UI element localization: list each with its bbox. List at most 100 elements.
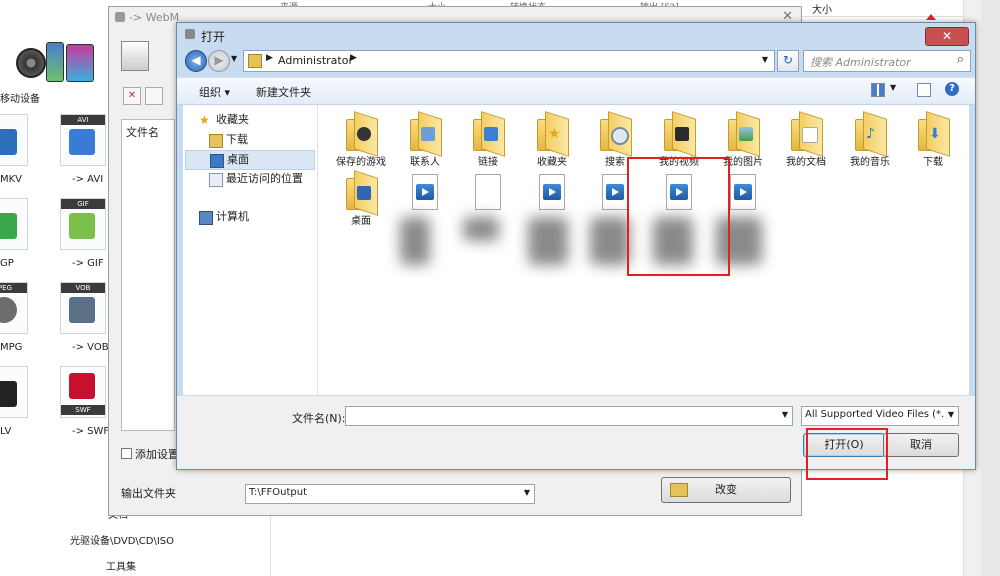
output-folder-select[interactable]: T:\FFOutput ▼ (245, 484, 535, 504)
folder-my-music[interactable]: ♪ 我的音乐 (839, 111, 901, 171)
blurred-filename (528, 217, 568, 265)
list-header-filename[interactable]: 文件名 (126, 124, 159, 140)
address-bar[interactable]: ▶ Administrator ▶ ▼ (243, 50, 775, 72)
format-badge: GIF (61, 199, 105, 209)
chevron-down-icon: ▼ (523, 488, 530, 497)
back-icon[interactable]: ◀ (185, 50, 207, 72)
category-tools[interactable]: 工具集 (106, 558, 136, 573)
video-file-icon (412, 174, 438, 210)
format-label: GP (0, 258, 14, 269)
folder-downloads[interactable]: ⬇ 下载 (902, 111, 964, 171)
format-label: LV (0, 426, 12, 437)
breadcrumb-arrow-icon[interactable]: ▶ (350, 53, 357, 63)
file-type-select[interactable]: All Supported Video Files (*. ▼ (801, 406, 959, 426)
change-label: 改变 (715, 483, 737, 496)
nav-label: 计算机 (216, 210, 249, 223)
forward-icon[interactable]: ▶ (208, 50, 230, 72)
new-folder-button[interactable]: 新建文件夹 (256, 84, 311, 100)
refresh-icon[interactable]: ↻ (777, 50, 799, 72)
remove-icon[interactable]: ✕ (123, 87, 141, 105)
history-dropdown-icon[interactable]: ▼ (231, 54, 237, 63)
format-tile-avi[interactable]: AVI (60, 114, 106, 166)
folder-label: 桌面 (351, 216, 371, 227)
chevron-down-icon: ▼ (947, 410, 954, 419)
format-badge: PEG (0, 283, 27, 293)
folder-my-documents[interactable]: 我的文档 (775, 111, 837, 171)
search-icon[interactable]: ⌕ (957, 52, 964, 67)
folder-label: 链接 (478, 157, 498, 168)
view-options-icon[interactable] (871, 83, 885, 97)
folder-links[interactable]: 链接 (457, 111, 519, 171)
chevron-down-icon[interactable]: ▼ (890, 83, 896, 92)
chevron-down-icon[interactable]: ▼ (782, 410, 788, 419)
folder-icon (670, 483, 688, 497)
format-tile-gif[interactable]: GIF (60, 198, 106, 250)
app-icon (115, 12, 125, 22)
format-label: MPG (0, 342, 23, 353)
downloads-folder-icon: ⬇ (918, 111, 950, 157)
format-tile-mkv[interactable] (0, 114, 28, 166)
help-icon[interactable]: ? (945, 82, 959, 96)
search-folder-icon (600, 111, 632, 157)
app-icon (185, 29, 195, 39)
video-file-icon (730, 174, 756, 210)
open-file-dialog: 打开 ✕ ◀ ▶ ▼ ▶ Administrator ▶ ▼ ↻ 搜索 Admi… (176, 22, 976, 470)
breadcrumb[interactable]: Administrator (278, 54, 353, 67)
cancel-button[interactable]: 取消 (883, 433, 959, 457)
close-button[interactable]: ✕ (925, 27, 969, 46)
clear-icon[interactable] (145, 87, 163, 105)
dialog-titlebar[interactable]: 打开 ✕ (177, 23, 975, 47)
output-folder-value: T:\FFOutput (249, 487, 307, 498)
folder-contacts[interactable]: 联系人 (394, 111, 456, 171)
format-label: -> AVI (72, 174, 104, 185)
folder-label: 下载 (923, 157, 943, 168)
folder-desktop[interactable]: 桌面 (330, 170, 392, 230)
folder-label: 我的文档 (786, 157, 826, 168)
search-placeholder: 搜索 Administrator (810, 56, 911, 69)
window-title: -> WebM (115, 11, 179, 24)
blurred-filename (400, 217, 430, 265)
size-header[interactable]: 大小 (812, 1, 832, 16)
change-folder-button[interactable]: 改变 (661, 477, 791, 503)
filename-label: 文件名(N): (292, 412, 346, 425)
documents-folder-icon (791, 111, 823, 157)
desktop-folder-icon (346, 170, 378, 216)
folder-saved-games[interactable]: 保存的游戏 (330, 111, 392, 171)
divider (270, 514, 271, 576)
output-config-icon[interactable] (121, 41, 149, 71)
favorites-folder-icon: ★ (537, 111, 569, 157)
checkbox[interactable] (121, 448, 132, 459)
mobile-device-label[interactable]: 移动设备 (0, 90, 40, 105)
window-title-text: -> WebM (129, 11, 180, 24)
search-box[interactable]: 搜索 Administrator ⌕ (803, 50, 971, 72)
format-tile-3gp[interactable] (0, 198, 28, 250)
organize-menu[interactable]: 组织 ▾ (199, 84, 230, 100)
folder-favorites[interactable]: ★ 收藏夹 (521, 111, 583, 171)
downloads-folder-icon (209, 134, 223, 148)
preview-pane-icon[interactable] (917, 83, 931, 97)
videos-folder-icon (664, 111, 696, 157)
star-icon: ★ (199, 113, 210, 127)
video-file-icon (602, 174, 628, 210)
format-tile-mpg[interactable]: PEG (0, 282, 28, 334)
recent-places-icon (209, 173, 223, 187)
window-edge (981, 0, 1000, 576)
blurred-filename (463, 217, 499, 241)
nav-desktop[interactable]: 桌面 (185, 150, 315, 170)
format-list-panel: 移动设备 MKV AVI -> AVI GP GIF -> GIF PEG MP… (0, 0, 110, 576)
folder-label: 保存的游戏 (336, 157, 386, 168)
filename-input[interactable]: ▼ (345, 406, 793, 426)
file-list[interactable]: 文件名 (121, 119, 175, 431)
file-view[interactable]: 保存的游戏 联系人 链接 ★ 收藏夹 搜索 我的视频 我的图片 我的文档 ♪ 我… (318, 105, 969, 395)
format-label: -> GIF (72, 258, 104, 269)
category-optical[interactable]: 光驱设备\DVD\CD\ISO (70, 532, 174, 547)
format-tile-flv[interactable] (0, 366, 28, 418)
format-tile-vob[interactable]: VOB (60, 282, 106, 334)
format-badge: AVI (61, 115, 105, 125)
nav-label: 桌面 (227, 153, 249, 166)
user-folder-icon (248, 54, 262, 68)
chevron-down-icon[interactable]: ▼ (762, 55, 768, 64)
format-tile-swf[interactable]: SWF (60, 366, 106, 418)
media-devices-icon (16, 42, 96, 86)
breadcrumb-arrow-icon[interactable]: ▶ (266, 53, 273, 63)
